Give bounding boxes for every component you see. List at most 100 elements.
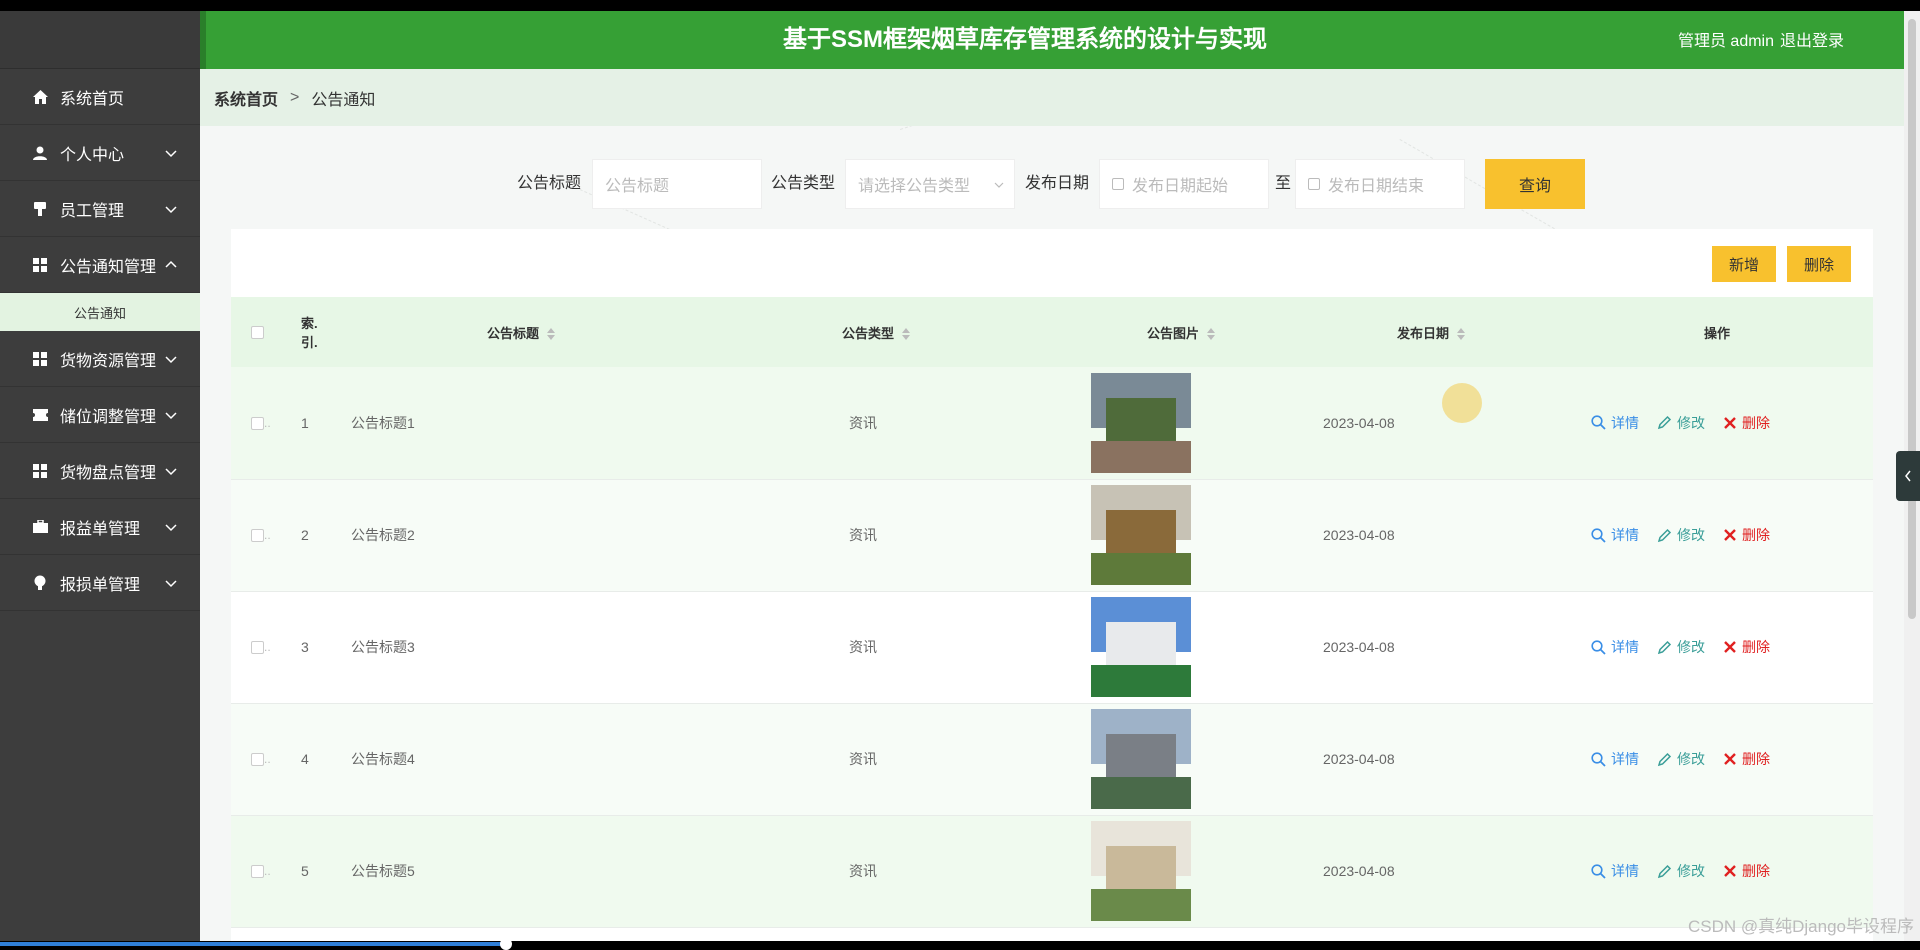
sidebar-item-storage-adjust[interactable]: 储位调整管理 — [0, 387, 200, 443]
close-icon — [1724, 416, 1736, 429]
table-row: .. 1 公告标题1 资讯 2023-04-08 详情 修改 删除 — [231, 367, 1873, 479]
breadcrumb: 系统首页 > 公告通知 — [200, 69, 1904, 126]
sidebar-item-staff[interactable]: 员工管理 — [0, 181, 200, 237]
sidebar-item-gain-report[interactable]: 报益单管理 — [0, 499, 200, 555]
detail-button[interactable]: 详情 — [1591, 413, 1639, 433]
query-button[interactable]: 查询 — [1485, 159, 1585, 209]
logout-link[interactable]: 退出登录 — [1780, 27, 1844, 51]
detail-button[interactable]: 详情 — [1591, 861, 1639, 881]
delete-button[interactable]: 删除 — [1723, 749, 1770, 769]
date-start-input[interactable]: 发布日期起始 — [1099, 159, 1269, 209]
edit-button[interactable]: 修改 — [1657, 637, 1705, 657]
actions-header: 操作 — [1561, 297, 1873, 367]
sidebar-item-notice-management[interactable]: 公告通知管理 — [0, 237, 200, 293]
sidebar: 系统首页 个人中心 员工管理 公告通知管理 公告通知 货物资源管理 储位调整管理… — [0, 11, 200, 941]
row-checkbox[interactable] — [251, 529, 264, 543]
notice-image[interactable] — [1091, 372, 1191, 473]
detail-button[interactable]: 详情 — [1591, 525, 1639, 545]
close-icon — [1724, 865, 1736, 877]
search-bar: 公告标题 公告标题 公告类型 请选择公告类型 发布日期 发布日期起始 至 发布日… — [200, 159, 1904, 209]
row-index: 5 — [301, 863, 309, 879]
notice-image[interactable] — [1091, 821, 1191, 921]
sidebar-subitem-notice[interactable]: 公告通知 — [0, 293, 200, 331]
row-select-cell: .. — [231, 591, 301, 703]
edit-button[interactable]: 修改 — [1657, 525, 1705, 545]
table-row: .. 4 公告标题4 资讯 2023-04-08 详情 修改 删除 — [231, 703, 1873, 815]
title-filter-input[interactable]: 公告标题 — [592, 159, 762, 209]
date-header[interactable]: 发布日期 — [1301, 297, 1561, 367]
row-image-cell — [1061, 815, 1301, 927]
edit-label: 修改 — [1677, 863, 1705, 879]
add-button[interactable]: 新增 — [1712, 246, 1776, 282]
title-header[interactable]: 公告标题 — [351, 297, 691, 367]
row-index: 1 — [301, 414, 309, 431]
search-icon — [1591, 751, 1606, 767]
notice-image[interactable] — [1091, 709, 1191, 809]
delete-button[interactable]: 删除 — [1723, 413, 1770, 433]
delete-button[interactable]: 删除 — [1723, 861, 1770, 881]
sidebar-item-loss-report[interactable]: 报损单管理 — [0, 555, 200, 611]
index-header-line: 引. — [301, 335, 318, 350]
detail-label: 详情 — [1611, 639, 1639, 655]
type-header[interactable]: 公告类型 — [691, 297, 1061, 367]
row-title: 公告标题5 — [351, 863, 415, 879]
notice-image[interactable] — [1091, 597, 1191, 697]
edit-button[interactable]: 修改 — [1657, 861, 1705, 881]
chevron-left-icon — [1905, 470, 1911, 482]
row-type: 资讯 — [849, 414, 877, 431]
video-progress-knob[interactable] — [500, 938, 512, 950]
sidebar-item-goods-resources[interactable]: 货物资源管理 — [0, 331, 200, 387]
type-filter-select[interactable]: 请选择公告类型 — [845, 159, 1015, 209]
video-progress-bar[interactable] — [0, 942, 510, 946]
select-all-cell — [231, 297, 301, 367]
checkbox-ellipsis: .. — [264, 415, 271, 430]
row-image-cell — [1061, 479, 1301, 591]
select-all-checkbox[interactable] — [251, 326, 264, 340]
briefcase-icon — [32, 519, 48, 535]
sidebar-subitem-label: 公告通知 — [73, 305, 126, 321]
detail-button[interactable]: 详情 — [1591, 637, 1639, 657]
home-icon — [32, 89, 48, 105]
notice-image[interactable] — [1091, 485, 1191, 585]
sort-icon — [1207, 328, 1215, 341]
image-header[interactable]: 公告图片 — [1061, 297, 1301, 367]
flag-icon — [32, 201, 48, 217]
image-header-label: 公告图片 — [1146, 325, 1199, 341]
edit-button[interactable]: 修改 — [1657, 413, 1705, 433]
chevron-down-icon — [165, 355, 177, 363]
edit-button[interactable]: 修改 — [1657, 749, 1705, 769]
delete-button[interactable]: 删除 — [1723, 637, 1770, 657]
sidebar-item-home[interactable]: 系统首页 — [0, 69, 200, 125]
side-panel-toggle[interactable] — [1896, 451, 1920, 501]
row-actions: 详情 修改 删除 — [1561, 815, 1873, 927]
date-end-input[interactable]: 发布日期结束 — [1295, 159, 1465, 209]
title-filter-label: 公告标题 — [517, 175, 582, 192]
row-checkbox[interactable] — [251, 641, 264, 655]
chevron-down-icon — [165, 523, 177, 531]
row-index: 4 — [301, 751, 309, 767]
row-select-cell: .. — [231, 367, 301, 479]
batch-delete-button[interactable]: 删除 — [1787, 246, 1851, 282]
detail-button[interactable]: 详情 — [1591, 749, 1639, 769]
sidebar-item-profile[interactable]: 个人中心 — [0, 125, 200, 181]
date-range-separator: 至 — [1275, 175, 1292, 192]
sidebar-item-inventory-check[interactable]: 货物盘点管理 — [0, 443, 200, 499]
date-filter-label: 发布日期 — [1025, 175, 1090, 192]
date-start-placeholder: 发布日期起始 — [1132, 178, 1229, 195]
type-filter-label: 公告类型 — [771, 175, 836, 192]
row-checkbox[interactable] — [251, 416, 264, 430]
row-checkbox[interactable] — [251, 753, 264, 767]
row-date: 2023-04-08 — [1323, 751, 1395, 767]
scrollbar-thumb[interactable] — [1908, 19, 1916, 619]
checkbox-ellipsis: .. — [264, 639, 271, 654]
top-header: 基于SSM框架烟草库存管理系统的设计与实现 管理员 admin 退出登录 — [200, 11, 1904, 69]
edit-icon — [1657, 752, 1672, 766]
table-row: .. 3 公告标题3 资讯 2023-04-08 详情 修改 删除 — [231, 591, 1873, 703]
row-title: 公告标题3 — [351, 639, 415, 655]
row-select-cell: .. — [231, 815, 301, 927]
row-checkbox[interactable] — [251, 865, 264, 879]
type-header-label: 公告类型 — [841, 325, 894, 341]
date-end-placeholder: 发布日期结束 — [1328, 178, 1425, 195]
delete-button[interactable]: 删除 — [1723, 525, 1770, 545]
breadcrumb-home[interactable]: 系统首页 — [214, 86, 278, 110]
